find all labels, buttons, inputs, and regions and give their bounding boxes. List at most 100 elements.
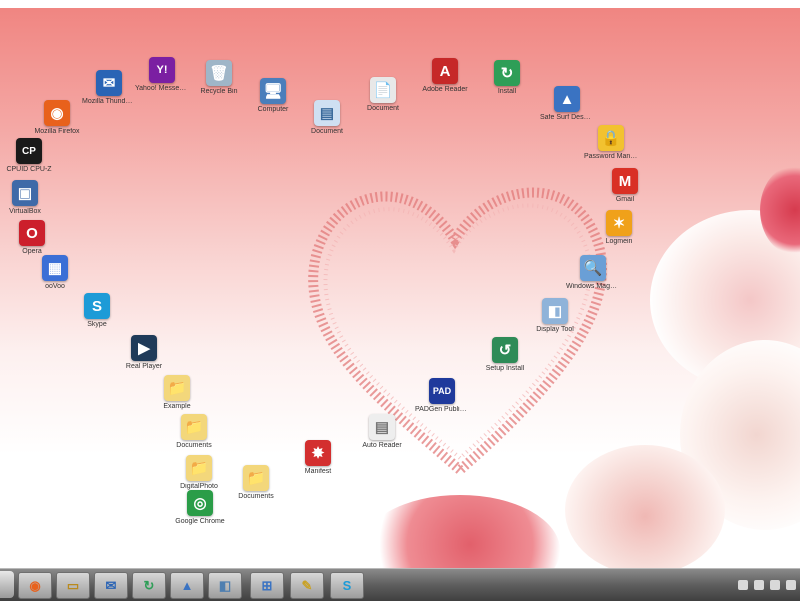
realplayer-icon: ▶ (131, 335, 157, 361)
desktop-icon-display-tool[interactable]: ◧ Display Tool (528, 298, 582, 334)
desktop-icon-adobe-reader[interactable]: A Adobe Reader (418, 58, 472, 94)
network-icon[interactable] (786, 580, 796, 590)
logmein-icon: ✶ (606, 210, 632, 236)
manifest-icon: ✸ (305, 440, 331, 466)
desktop-icon-computer[interactable]: 🖥 Computer (246, 78, 300, 114)
desktop-icon-chrome[interactable]: ◎ Google Chrome (173, 490, 227, 526)
desktop-icon-manifest[interactable]: ✸ Manifest (291, 440, 345, 476)
taskbar-skype[interactable]: S (330, 572, 364, 599)
icon-label: Real Player (125, 363, 163, 370)
folder-icon: 📁 (186, 455, 212, 481)
desktop-icon-auto-reader[interactable]: ▤ Auto Reader (355, 414, 409, 450)
desktop-icon-install[interactable]: ↻ Install (480, 60, 534, 96)
taskbar-windows[interactable]: ⊞ (250, 572, 284, 599)
desktop-icon-recycle-bin[interactable]: 🗑 Recycle Bin (192, 60, 246, 96)
icon-label: Document (367, 105, 399, 112)
icon-label: ooVoo (45, 283, 65, 290)
tray-icon[interactable] (738, 580, 748, 590)
system-tray (738, 575, 796, 595)
icon-label: Mozilla Thunderbird (82, 98, 136, 105)
yahoo-messenger-icon: Y! (149, 57, 175, 83)
icon-label: Recycle Bin (200, 88, 238, 95)
desktop-icon-password-manager[interactable]: 🔒 Password Manager (584, 125, 638, 161)
desktop-icon-opera[interactable]: O Opera (5, 220, 59, 256)
desktop-icon-virtualbox[interactable]: ▣ VirtualBox (0, 180, 52, 216)
taskbar: ◉ ▭ ✉ ↻ ▲ ◧ ⊞ ✎ S (0, 568, 800, 601)
taskbar-display-tool[interactable]: ◧ (208, 572, 242, 599)
desktop-icon-realplayer[interactable]: ▶ Real Player (117, 335, 171, 371)
desktop-icon-digitalphoto-folder[interactable]: 📁 DigitalPhoto (172, 455, 226, 491)
gmail-icon: M (612, 168, 638, 194)
display-tool-icon: ◧ (542, 298, 568, 324)
icon-label: Computer (257, 106, 289, 113)
folder-icon: 📁 (181, 414, 207, 440)
rose-decoration (360, 495, 560, 568)
cpuz-icon: CP (16, 138, 42, 164)
virtualbox-icon: ▣ (12, 180, 38, 206)
rose-decoration (565, 445, 725, 568)
desktop-icon-magnifier[interactable]: 🔍 Windows Magnifier (566, 255, 620, 291)
start-button[interactable] (0, 571, 14, 598)
icon-label: Mozilla Firefox (34, 128, 80, 135)
icon-label: Setup Install (485, 365, 525, 372)
icon-label: Manifest (304, 468, 332, 475)
top-strip (0, 0, 800, 8)
desktop-icon-text-document[interactable]: ▤ Document (300, 100, 354, 136)
safesurf-icon: ▲ (554, 86, 580, 112)
icon-label: Auto Reader (362, 442, 402, 449)
desktop-icon-documents-folder-2[interactable]: 📁 Documents (229, 465, 283, 501)
setup-install-icon: ↺ (492, 337, 518, 363)
thunderbird-icon: ✉ (96, 70, 122, 96)
desktop: ✉ Mozilla Thunderbird Y! Yahoo! Messenge… (0, 0, 800, 568)
password-manager-icon: 🔒 (598, 125, 624, 151)
desktop-icon-logmein[interactable]: ✶ Logmein (592, 210, 646, 246)
taskbar-install[interactable]: ↻ (132, 572, 166, 599)
folder-icon: 📁 (164, 375, 190, 401)
icon-label: Yahoo! Messenger (135, 85, 189, 92)
icon-label: PADGen Publisher (415, 406, 469, 413)
icon-label: Safe Surf Desktop (540, 114, 594, 121)
taskbar-explorer[interactable]: ▭ (56, 572, 90, 599)
folder-icon: 📁 (243, 465, 269, 491)
volume-icon[interactable] (770, 580, 780, 590)
desktop-icon-skype[interactable]: S Skype (70, 293, 124, 329)
desktop-icon-cpuz[interactable]: CP CPUID CPU-Z (2, 138, 56, 174)
desktop-icon-safesurf[interactable]: ▲ Safe Surf Desktop (540, 86, 594, 122)
tray-icon[interactable] (754, 580, 764, 590)
icon-label: Documents (176, 442, 212, 449)
icon-label: Password Manager (584, 153, 638, 160)
icon-label: Windows Magnifier (566, 283, 620, 290)
recycle-bin-icon: 🗑 (206, 60, 232, 86)
desktop-icon-firefox[interactable]: ◉ Mozilla Firefox (30, 100, 84, 136)
padgen-icon: PAD (429, 378, 455, 404)
taskbar-thunderbird[interactable]: ✉ (94, 572, 128, 599)
desktop-icon-yahoo-messenger[interactable]: Y! Yahoo! Messenger (135, 57, 189, 93)
desktop-icon-padgen[interactable]: PAD PADGen Publisher (415, 378, 469, 414)
desktop-icon-thunderbird[interactable]: ✉ Mozilla Thunderbird (82, 70, 136, 106)
icon-label: Google Chrome (175, 518, 225, 525)
icon-label: CPUID CPU-Z (6, 166, 52, 173)
oovoo-icon: ▦ (42, 255, 68, 281)
desktop-icon-setup-install[interactable]: ↺ Setup Install (478, 337, 532, 373)
icon-label: Example (163, 403, 191, 410)
computer-icon: 🖥 (260, 78, 286, 104)
magnifier-icon: 🔍 (580, 255, 606, 281)
taskbar-notes[interactable]: ✎ (290, 572, 324, 599)
desktop-icon-example-folder[interactable]: 📁 Example (150, 375, 204, 411)
document-icon: 📄 (370, 77, 396, 103)
text-document-icon: ▤ (314, 100, 340, 126)
opera-icon: O (19, 220, 45, 246)
desktop-icon-documents-folder[interactable]: 📁 Documents (167, 414, 221, 450)
icon-label: Install (497, 88, 517, 95)
taskbar-firefox[interactable]: ◉ (18, 572, 52, 599)
adobe-reader-icon: A (432, 58, 458, 84)
taskbar-safesurf[interactable]: ▲ (170, 572, 204, 599)
text-file-icon: ▤ (369, 414, 395, 440)
icon-label: Display Tool (536, 326, 574, 333)
desktop-icon-document[interactable]: 📄 Document (356, 77, 410, 113)
desktop-icon-gmail[interactable]: M Gmail (598, 168, 652, 204)
icon-label: Adobe Reader (422, 86, 468, 93)
icon-label: Gmail (615, 196, 635, 203)
desktop-icon-oovoo[interactable]: ▦ ooVoo (28, 255, 82, 291)
skype-icon: S (84, 293, 110, 319)
